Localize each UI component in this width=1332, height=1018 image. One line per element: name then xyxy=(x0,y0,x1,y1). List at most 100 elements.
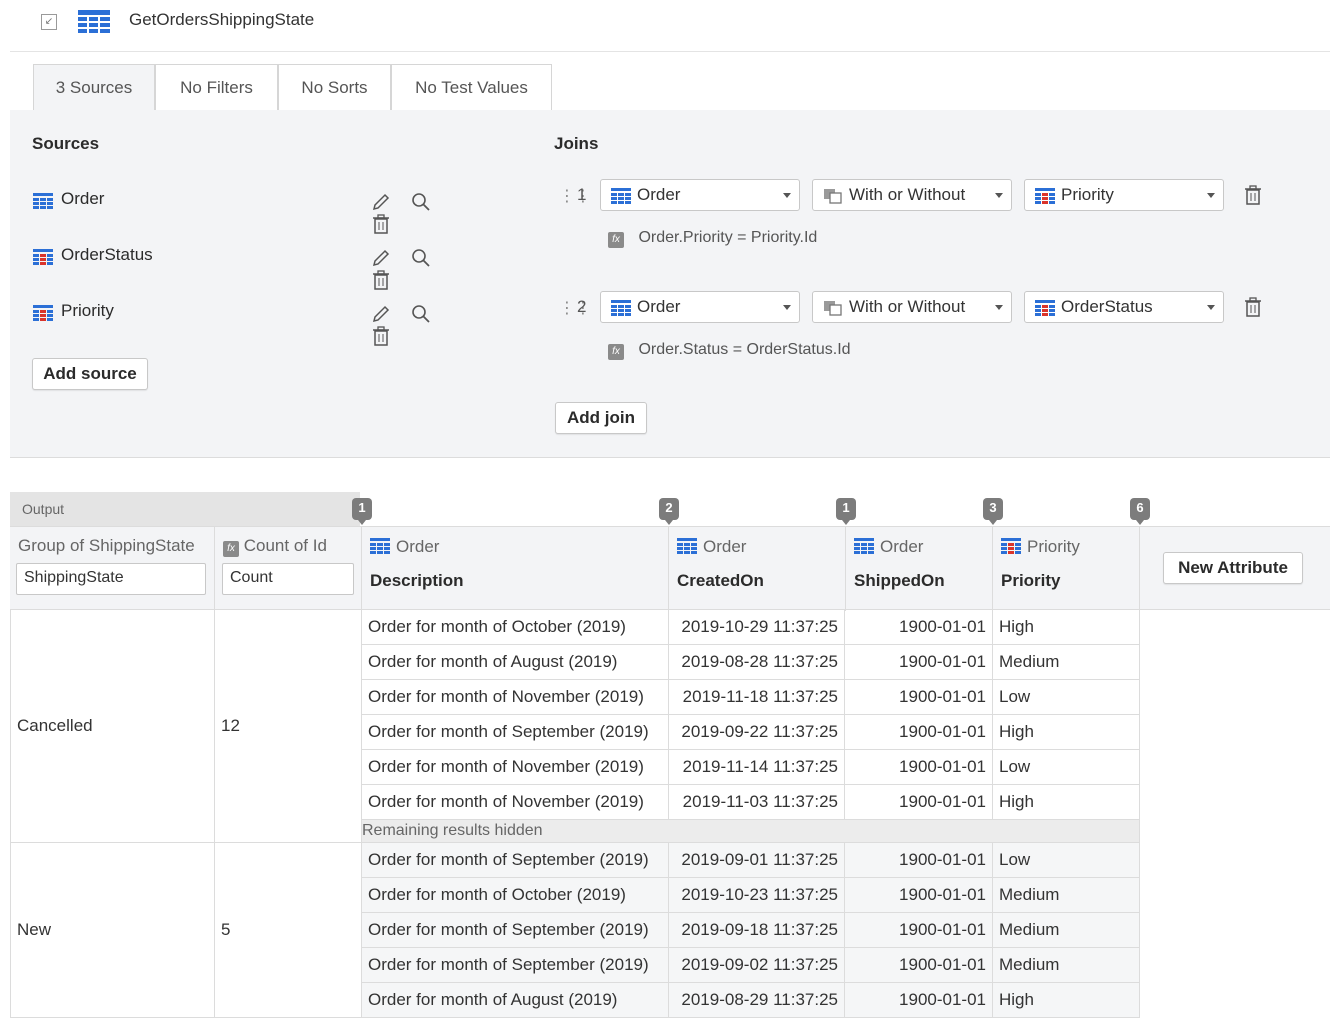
search-icon[interactable] xyxy=(410,247,432,269)
join-left-select[interactable]: Order xyxy=(600,291,800,323)
shippedon-cell: 1900-01-01 xyxy=(844,609,993,645)
column-attribute: Description xyxy=(370,571,464,590)
trash-icon[interactable] xyxy=(370,325,392,347)
description-cell: Order for month of August (2019) xyxy=(361,644,669,680)
column-count-of-id[interactable]: fx Count of Id Count xyxy=(215,527,362,611)
createdon-cell: 2019-09-22 11:37:25 xyxy=(668,714,845,750)
tab-sorts[interactable]: No Sorts xyxy=(278,64,391,111)
join-left-select[interactable]: Order xyxy=(600,179,800,211)
output-table: Cancelled 12 Order for month of October … xyxy=(10,609,1140,1018)
chevron-down-icon xyxy=(783,305,791,310)
createdon-cell: 2019-09-01 11:37:25 xyxy=(668,842,845,878)
tab-test-values[interactable]: No Test Values xyxy=(391,64,552,111)
join-condition[interactable]: fx Order.Priority = Priority.Id xyxy=(608,229,817,248)
entity-icon xyxy=(677,538,697,559)
join-condition[interactable]: fx Order.Status = OrderStatus.Id xyxy=(608,341,851,360)
tab-filters[interactable]: No Filters xyxy=(155,64,278,111)
edit-icon[interactable] xyxy=(370,247,392,269)
entity-icon xyxy=(33,193,53,214)
expression-icon: fx xyxy=(608,232,624,248)
group-badge: 1 xyxy=(836,498,856,525)
chevron-down-icon xyxy=(995,305,1003,310)
column-entity: Order xyxy=(880,537,924,556)
priority-cell: Medium xyxy=(992,877,1140,913)
trash-icon[interactable] xyxy=(370,213,392,235)
trash-icon[interactable] xyxy=(1242,184,1264,211)
group-cell: Cancelled xyxy=(10,609,215,843)
select-value: With or Without xyxy=(849,297,966,316)
description-cell: Order for month of November (2019) xyxy=(361,679,669,715)
createdon-cell: 2019-10-23 11:37:25 xyxy=(668,877,845,913)
createdon-cell: 2019-11-03 11:37:25 xyxy=(668,784,845,820)
static-entity-icon xyxy=(1035,300,1055,321)
description-cell: Order for month of October (2019) xyxy=(361,609,669,645)
priority-cell: Medium xyxy=(992,644,1140,680)
description-cell: Order for month of September (2019) xyxy=(361,947,669,983)
edit-icon[interactable] xyxy=(370,303,392,325)
new-attribute-button[interactable]: New Attribute xyxy=(1163,552,1303,584)
join-index: 1 xyxy=(577,185,587,204)
trash-icon[interactable] xyxy=(1242,296,1264,323)
createdon-cell: 2019-11-18 11:37:25 xyxy=(668,679,845,715)
shippedon-cell: 1900-01-01 xyxy=(844,912,993,948)
entity-icon xyxy=(611,188,631,209)
tab-sources[interactable]: 3 Sources xyxy=(33,64,155,112)
priority-cell: Medium xyxy=(992,912,1140,948)
shippedon-cell: 1900-01-01 xyxy=(844,982,993,1018)
column-title: Count of Id xyxy=(243,536,327,555)
joins-header: Joins xyxy=(554,134,599,153)
createdon-cell: 2019-10-29 11:37:25 xyxy=(668,609,845,645)
join-type-select[interactable]: With or Without xyxy=(812,179,1012,211)
trash-icon[interactable] xyxy=(370,269,392,291)
column-description[interactable]: Order Description xyxy=(362,527,669,611)
column-entity: Priority xyxy=(1027,537,1080,556)
aggregate-icon xyxy=(78,10,110,39)
shippedon-cell: 1900-01-01 xyxy=(844,749,993,785)
add-join-button[interactable]: Add join xyxy=(555,402,647,434)
chevron-down-icon xyxy=(783,193,791,198)
createdon-cell: 2019-09-02 11:37:25 xyxy=(668,947,845,983)
priority-cell: High xyxy=(992,714,1140,750)
static-entity-icon xyxy=(1001,538,1021,559)
shippedon-cell: 1900-01-01 xyxy=(844,714,993,750)
static-entity-icon xyxy=(33,305,53,326)
entity-icon xyxy=(370,538,390,559)
column-title: Group of ShippingState xyxy=(18,536,195,555)
column-priority[interactable]: Priority Priority xyxy=(993,527,1140,611)
add-source-button[interactable]: Add source xyxy=(32,358,148,390)
count-cell: 12 xyxy=(214,609,362,843)
column-group-shippingstate[interactable]: Group of ShippingState ShippingState xyxy=(10,527,215,611)
priority-cell: High xyxy=(992,609,1140,645)
source-name: Order xyxy=(61,189,105,208)
join-type-icon xyxy=(823,300,843,321)
group-badge: 1 xyxy=(352,498,372,525)
hidden-results-note: Remaining results hidden xyxy=(361,819,1140,843)
createdon-cell: 2019-08-29 11:37:25 xyxy=(668,982,845,1018)
priority-cell: Low xyxy=(992,842,1140,878)
join-right-select[interactable]: OrderStatus xyxy=(1024,291,1224,323)
description-cell: Order for month of October (2019) xyxy=(361,877,669,913)
join-type-icon xyxy=(823,188,843,209)
search-icon[interactable] xyxy=(410,303,432,325)
collapse-icon[interactable]: ↙ xyxy=(41,14,57,30)
edit-icon[interactable] xyxy=(370,191,392,213)
group-cell: New xyxy=(10,842,215,1018)
output-grid-header: Group of ShippingState ShippingState fx … xyxy=(10,526,1330,611)
title-divider xyxy=(10,51,1330,52)
select-value: Order xyxy=(637,297,681,316)
chevron-down-icon xyxy=(1207,193,1215,198)
source-row: Priority xyxy=(33,301,483,346)
table-row: Cancelled 12 Order for month of October … xyxy=(10,609,1140,843)
join-type-select[interactable]: With or Without xyxy=(812,291,1012,323)
group-name-input[interactable]: ShippingState xyxy=(16,563,206,595)
column-createdon[interactable]: Order CreatedOn xyxy=(669,527,846,611)
join-right-select[interactable]: Priority xyxy=(1024,179,1224,211)
description-cell: Order for month of November (2019) xyxy=(361,784,669,820)
description-cell: Order for month of September (2019) xyxy=(361,912,669,948)
count-name-input[interactable]: Count xyxy=(222,563,354,595)
shippedon-cell: 1900-01-01 xyxy=(844,679,993,715)
priority-cell: Low xyxy=(992,749,1140,785)
column-shippedon[interactable]: Order ShippedOn xyxy=(846,527,993,611)
priority-cell: High xyxy=(992,784,1140,820)
search-icon[interactable] xyxy=(410,191,432,213)
